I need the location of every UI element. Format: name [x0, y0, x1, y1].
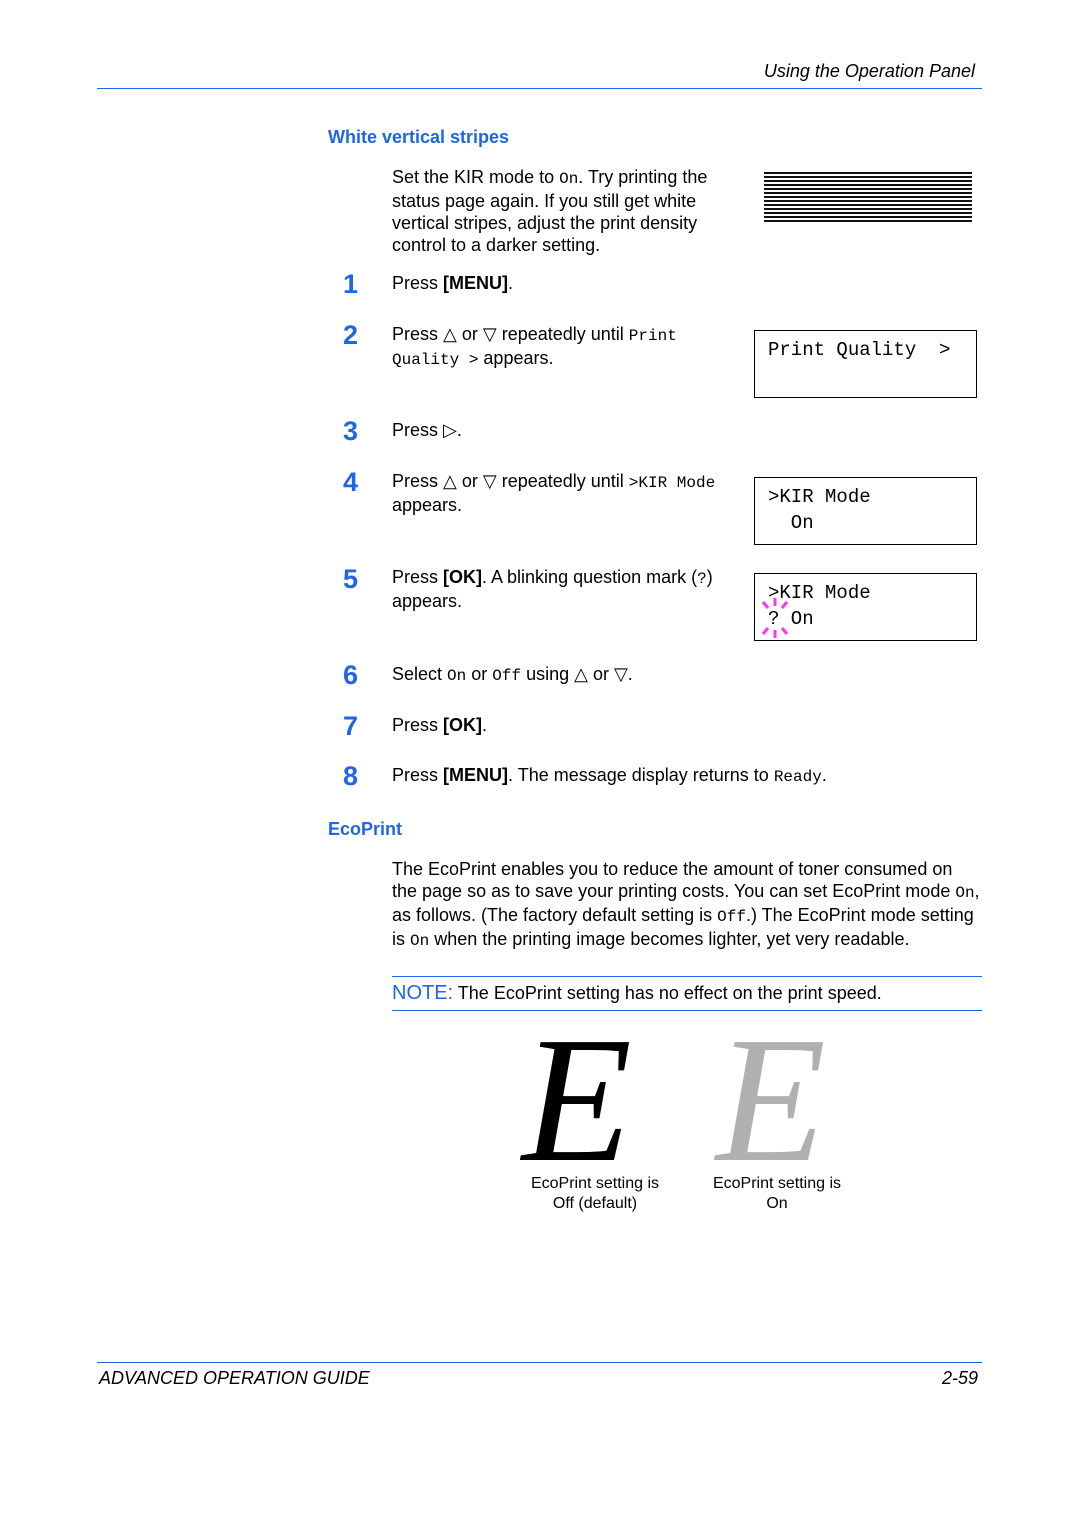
step-text: Press △ or ▽ repeatedly until Print Qual…	[392, 324, 677, 369]
footer-rule	[97, 1362, 982, 1363]
step-number: 2	[343, 320, 359, 350]
step-text: Press [MENU]. The message display return…	[392, 765, 827, 786]
section-heading: EcoPrint	[328, 819, 403, 839]
lcd-display: >KIR Mode On	[754, 477, 977, 545]
note-rule-top	[392, 976, 982, 977]
step-text: Press [OK].	[392, 715, 488, 735]
step-number: 8	[343, 761, 359, 791]
note-rule-bottom	[392, 1010, 982, 1011]
lcd-display: >KIR Mode ? On	[754, 573, 977, 641]
document-page: Using the Operation Panel White vertical…	[0, 0, 1080, 1528]
step-text: Press [MENU].	[392, 273, 514, 293]
step-number: 5	[343, 564, 359, 594]
step-text: Press ▷.	[392, 420, 462, 440]
step-number: 1	[343, 269, 359, 299]
running-header: Using the Operation Panel	[763, 61, 975, 81]
ecoprint-paragraph: The EcoPrint enables you to reduce the a…	[392, 859, 980, 950]
lcd-display: Print Quality >	[754, 330, 977, 398]
step-number: 7	[343, 711, 359, 741]
step-number: 6	[343, 660, 359, 690]
sample-caption: EcoPrint setting is On	[712, 1175, 842, 1212]
lcd-line-1: Print Quality >	[768, 339, 951, 361]
stripes-sample-image	[764, 172, 972, 224]
section-heading: White vertical stripes	[328, 127, 510, 147]
header-rule	[97, 88, 982, 89]
sample-caption: EcoPrint setting is Off (default)	[530, 1175, 660, 1212]
intro-paragraph: Set the KIR mode to On. Try printing the…	[392, 167, 708, 255]
footer-title: ADVANCED OPERATION GUIDE	[99, 1368, 370, 1388]
blink-indicator-icon	[761, 598, 789, 638]
step-number: 3	[343, 416, 359, 446]
ecoprint-off-sample: E	[522, 1000, 632, 1199]
page-number: 2-59	[941, 1368, 978, 1388]
step-text: Press △ or ▽ repeatedly until >KIR Mode …	[392, 471, 716, 515]
lcd-line-2: On	[768, 512, 814, 534]
step-number: 4	[343, 467, 359, 497]
step-text: Select On or Off using △ or ▽.	[392, 664, 633, 685]
step-text: Press [OK]. A blinking question mark (?)…	[392, 567, 713, 611]
lcd-line-1: >KIR Mode	[768, 486, 871, 508]
ecoprint-on-sample: E	[716, 1000, 826, 1199]
